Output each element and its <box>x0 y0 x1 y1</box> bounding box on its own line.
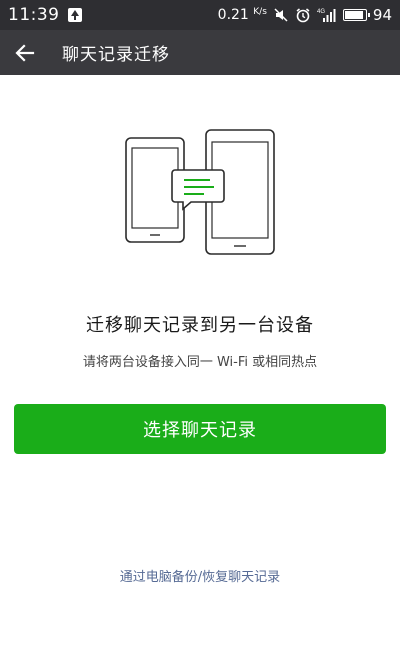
battery-icon <box>342 9 370 21</box>
migration-title: 迁移聊天记录到另一台设备 <box>86 315 314 336</box>
arrow-left-icon <box>15 43 35 62</box>
network-speed: 0.21 K/s <box>218 7 267 23</box>
status-time: 11:39 <box>8 5 60 25</box>
alarm-clock-icon <box>296 8 310 23</box>
status-bar: 11:39 0.21 K/s 4G 94 <box>0 0 400 30</box>
app-header: 聊天记录迁移 <box>0 30 400 75</box>
page-title: 聊天记录迁移 <box>62 45 170 65</box>
battery-level: 94 <box>372 6 392 24</box>
signal-icon: 4G <box>317 9 336 22</box>
mute-icon <box>274 8 288 22</box>
back-button[interactable] <box>0 30 50 75</box>
select-chat-history-button[interactable]: 选择聊天记录 <box>14 404 386 454</box>
network-type-label: 4G <box>317 9 325 15</box>
network-speed-value: 0.21 <box>217 7 249 23</box>
network-speed-unit: K/s <box>253 7 267 17</box>
upload-notification-icon <box>67 8 82 22</box>
status-indicators: 0.21 K/s 4G 94 <box>218 6 392 24</box>
pc-backup-restore-link[interactable]: 通过电脑备份/恢复聊天记录 <box>0 566 400 585</box>
migration-subtitle: 请将两台设备接入同一 Wi-Fi 或相同热点 <box>82 355 318 370</box>
device-migration-illustration <box>125 129 275 255</box>
